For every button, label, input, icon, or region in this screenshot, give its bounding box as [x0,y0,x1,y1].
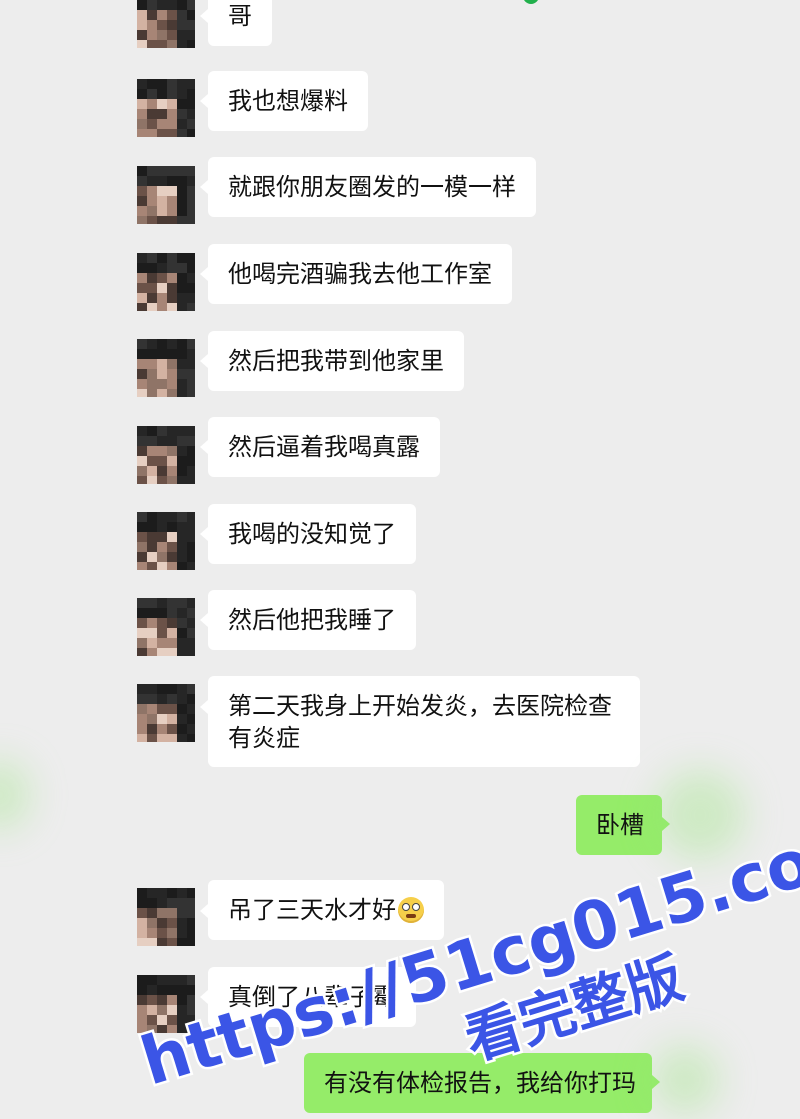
message-text: 然后把我带到他家里 [228,347,444,375]
message-text: 哥 [228,2,252,30]
contact-avatar[interactable] [137,253,195,311]
message-text: 吊了三天水才好 [228,896,396,924]
message-bubble-incoming[interactable]: 我也想爆料 [208,71,368,131]
message-bubble-incoming[interactable]: 我喝的没知觉了 [208,504,416,564]
message-text: 真倒了八辈子霉 [228,983,396,1011]
message-bubble-incoming[interactable]: 真倒了八辈子霉 [208,967,416,1027]
contact-avatar[interactable] [137,339,195,397]
message-text: 第二天我身上开始发炎，去医院检查有炎症 [228,692,612,752]
pleading-face-emoji-icon [398,897,424,923]
message-bubble-outgoing[interactable]: 有没有体检报告，我给你打玛 [304,1053,652,1113]
message-bubble-outgoing[interactable]: 卧槽 [576,795,662,855]
chat-conversation: 哥 我也想爆料 就跟你朋友圈发的一模一样 他喝完酒骗我去他工作室 然后把我带到他… [0,0,800,1119]
message-bubble-incoming[interactable]: 就跟你朋友圈发的一模一样 [208,157,536,217]
online-status-icon [523,0,539,4]
contact-avatar[interactable] [137,512,195,570]
message-text: 他喝完酒骗我去他工作室 [228,260,492,288]
message-bubble-incoming[interactable]: 第二天我身上开始发炎，去医院检查有炎症 [208,676,640,767]
contact-avatar[interactable] [137,975,195,1033]
message-text: 有没有体检报告，我给你打玛 [324,1069,636,1097]
contact-avatar[interactable] [137,684,195,742]
message-text: 然后逼着我喝真露 [228,433,420,461]
message-bubble-incoming[interactable]: 吊了三天水才好 [208,880,444,940]
contact-avatar[interactable] [137,888,195,946]
message-text: 我也想爆料 [228,87,348,115]
contact-avatar[interactable] [137,426,195,484]
message-bubble-incoming[interactable]: 然后把我带到他家里 [208,331,464,391]
message-bubble-incoming[interactable]: 然后他把我睡了 [208,590,416,650]
contact-avatar[interactable] [137,0,195,48]
contact-avatar[interactable] [137,166,195,224]
message-bubble-incoming[interactable]: 然后逼着我喝真露 [208,417,440,477]
message-text: 就跟你朋友圈发的一模一样 [228,173,516,201]
message-bubble-incoming[interactable]: 哥 [208,0,272,46]
message-text: 然后他把我睡了 [228,606,396,634]
message-text: 卧槽 [596,811,644,839]
message-text: 我喝的没知觉了 [228,520,396,548]
message-bubble-incoming[interactable]: 他喝完酒骗我去他工作室 [208,244,512,304]
contact-avatar[interactable] [137,598,195,656]
contact-avatar[interactable] [137,79,195,137]
